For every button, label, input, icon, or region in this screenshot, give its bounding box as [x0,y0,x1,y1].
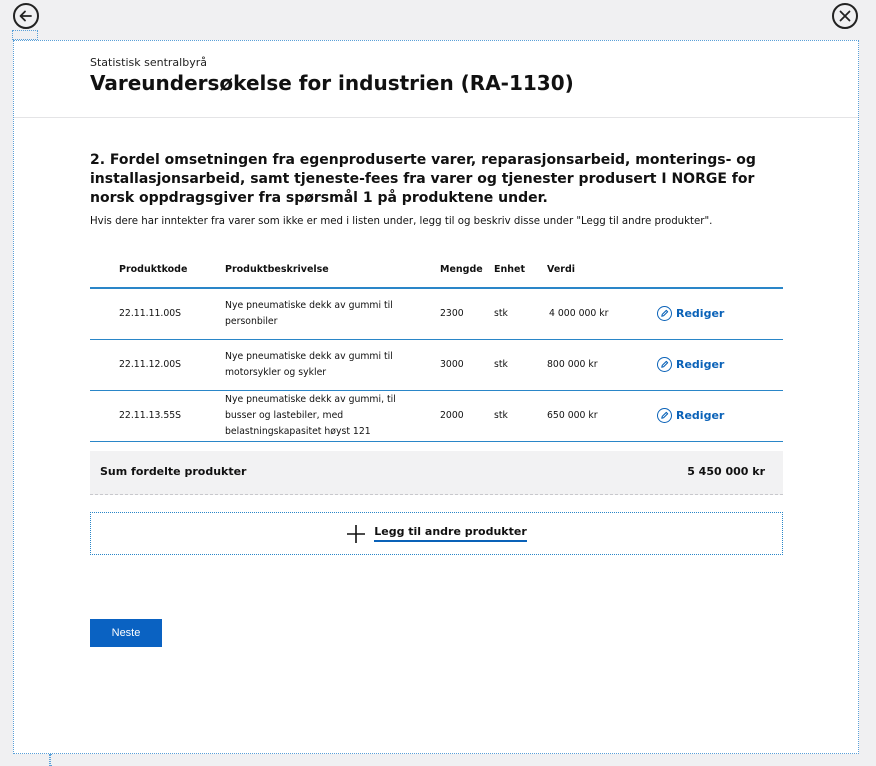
back-button[interactable] [13,3,39,29]
product-value: 800 000 kr [547,359,598,370]
arrow-left-circle-icon [19,10,32,22]
product-description: Nye pneumatiske dekk av gummi til person… [225,300,393,327]
edit-label: Rediger [676,409,725,422]
pencil-icon [657,306,672,321]
next-button[interactable]: Neste [90,619,162,647]
edit-label: Rediger [676,358,725,371]
product-value: 650 000 kr [547,410,598,421]
edit-button[interactable]: Rediger [657,357,724,372]
product-description: Nye pneumatiske dekk av gummi, til busse… [225,394,396,437]
product-code: 22.11.13.55S [119,410,182,421]
column-header-code: Produktkode [119,264,188,275]
product-quantity: 2300 [440,308,464,319]
table-row: 22.11.12.00S Nye pneumatiske dekk av gum… [90,340,783,391]
product-value: 4 000 000 kr [549,308,609,319]
form-page: Statistisk sentralbyrå Vareundersøkelse … [13,40,859,754]
sum-row: Sum fordelte produkter 5 450 000 kr [90,451,783,495]
column-header-quantity: Mengde [440,264,483,275]
product-code: 22.11.12.00S [119,359,182,370]
focus-outline [49,754,51,766]
products-table: Produktkode Produktbeskrivelse Mengde En… [90,254,783,442]
form-header: Statistisk sentralbyrå Vareundersøkelse … [14,41,858,118]
form-title: Vareundersøkelse for industrien (RA-1130… [90,71,574,95]
sum-label: Sum fordelte produkter [100,465,247,478]
sum-value: 5 450 000 kr [687,465,765,478]
close-circle-icon [839,10,851,22]
product-unit: stk [494,308,508,319]
close-button[interactable] [832,3,858,29]
edit-label: Rediger [676,307,725,320]
top-bar [0,0,876,32]
edit-button[interactable]: Rediger [657,408,724,423]
product-quantity: 3000 [440,359,464,370]
product-unit: stk [494,359,508,370]
edit-button[interactable]: Rediger [657,306,724,321]
product-code: 22.11.11.00S [119,308,182,319]
add-products-label: Legg til andre produkter [374,525,527,542]
product-unit: stk [494,410,508,421]
product-quantity: 2000 [440,410,464,421]
column-header-value: Verdi [547,264,576,275]
column-header-description: Produktbeskrivelse [225,264,329,275]
plus-icon [346,524,366,544]
question-text: 2. Fordel omsetningen fra egenproduserte… [90,152,756,206]
product-description: Nye pneumatiske dekk av gummi til motors… [225,351,393,378]
pencil-icon [657,357,672,372]
table-header: Produktkode Produktbeskrivelse Mengde En… [90,254,783,289]
table-row: 22.11.11.00S Nye pneumatiske dekk av gum… [90,289,783,340]
table-row: 22.11.13.55S Nye pneumatiske dekk av gum… [90,391,783,442]
question-hint: Hvis dere har inntekter fra varer som ik… [90,216,713,227]
organization-name: Statistisk sentralbyrå [90,56,207,69]
pencil-icon [657,408,672,423]
column-header-unit: Enhet [494,264,526,275]
add-products-button[interactable]: Legg til andre produkter [90,512,783,555]
